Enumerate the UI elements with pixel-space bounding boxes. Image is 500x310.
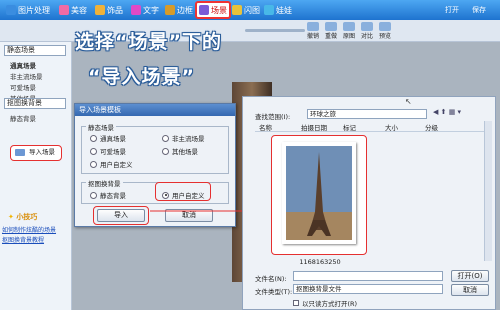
original-button[interactable]: 原图: [343, 22, 355, 40]
tab-text[interactable]: 文字: [129, 2, 161, 18]
tab-accessory[interactable]: 饰品: [93, 2, 125, 18]
sidebar-item-static-bg[interactable]: 静态背景: [10, 113, 36, 123]
open-link[interactable]: 打开: [445, 5, 459, 15]
cutout-select[interactable]: 抠图换背景: [4, 98, 66, 109]
nav-icons[interactable]: ◀ ⬆ ▦ ▾: [433, 108, 461, 116]
preview-icon: [379, 22, 391, 31]
radio-other[interactable]: 其他场景: [162, 146, 198, 156]
lookin-select[interactable]: 环球之旅: [307, 109, 427, 119]
file-cancel-button[interactable]: 取消: [451, 284, 489, 296]
zoom-slider[interactable]: [245, 29, 305, 32]
tab-image-process[interactable]: 图片处理: [4, 2, 52, 18]
frame-icon: [165, 5, 175, 15]
tab-scene[interactable]: 场景: [195, 1, 231, 19]
scrollbar[interactable]: [484, 121, 492, 261]
static-scene-group: 静态场景 通真场景 非主流场景 可爱场景 其他场景 用户自定义: [81, 122, 229, 174]
redo-button[interactable]: 重做: [325, 22, 337, 40]
import-icon: [15, 149, 25, 156]
accessory-icon: [95, 5, 105, 15]
radio-realistic[interactable]: 通真场景: [90, 133, 126, 143]
radio-cute[interactable]: 可爱场景: [90, 146, 126, 156]
tutorial-link-cutout[interactable]: 抠图换背景教程: [2, 235, 44, 244]
compare-icon: [361, 22, 373, 31]
tab-flash[interactable]: 闪图: [230, 2, 262, 18]
open-button[interactable]: 打开(O): [451, 270, 489, 282]
tab-frame[interactable]: 边框: [163, 2, 195, 18]
top-menu-bar: 图片处理 美容 饰品 文字 边框 场景 闪图 娃娃 打开 保存: [0, 0, 500, 20]
sidebar-item-cute[interactable]: 可爱场景: [10, 82, 36, 92]
column-header: 名称 拍摄日期 标记 大小 分级: [255, 122, 485, 132]
checkbox-icon: [293, 300, 299, 306]
radio-static-bg[interactable]: 静态背景: [90, 190, 126, 200]
radio-nonmainstream[interactable]: 非主流场景: [162, 133, 205, 143]
cursor-icon: ↖: [405, 97, 412, 106]
flash-icon: [232, 5, 242, 15]
radio-user-defined-static[interactable]: 用户自定义: [90, 159, 133, 169]
compare-button[interactable]: 对比: [361, 22, 373, 40]
caption-line2: “导入场景”: [88, 66, 195, 88]
scene-sidebar: 静态场景 通真场景 非主流场景 可爱场景 其他场景 抠图换背景 静态背景 导入场…: [0, 42, 72, 310]
file-thumbnail: [282, 142, 356, 244]
redo-icon: [325, 22, 337, 31]
text-icon: [131, 5, 141, 15]
import-scene-button[interactable]: 导入场景: [10, 145, 62, 161]
beauty-icon: [59, 5, 69, 15]
scene-icon: [199, 5, 209, 15]
tab-beauty[interactable]: 美容: [57, 2, 89, 18]
filename-input[interactable]: [293, 271, 443, 281]
sidebar-item-realistic[interactable]: 通真场景: [10, 60, 36, 70]
highlight-user-defined: [155, 182, 211, 201]
tutorial-link-scene[interactable]: 如何制作炫酷的场景: [2, 225, 56, 234]
preview-button[interactable]: 预览: [379, 22, 391, 40]
file-name: 1168163250: [299, 258, 341, 266]
sidebar-item-nonmainstream[interactable]: 非主流场景: [10, 71, 43, 81]
static-scene-select[interactable]: 静态场景: [4, 45, 66, 56]
save-link[interactable]: 保存: [472, 5, 486, 15]
highlight-import-button: [93, 206, 149, 225]
image-icon: [6, 5, 16, 15]
tab-doll[interactable]: 娃娃: [262, 2, 294, 18]
undo-button[interactable]: 撤销: [307, 22, 319, 40]
tips-title: ✦ 小技巧: [8, 213, 38, 221]
caption-line1: 选择“场景”下的: [75, 31, 222, 53]
file-open-dialog: 查找范围(I): 环球之旅 ↖ ◀ ⬆ ▦ ▾ 名称 拍摄日期 标记 大小 分级…: [242, 96, 496, 310]
original-icon: [343, 22, 355, 31]
lightbulb-icon: ✦: [8, 213, 14, 221]
file-item[interactable]: 1168163250: [271, 135, 367, 266]
undo-icon: [307, 22, 319, 31]
filetype-select[interactable]: 抠图换背景文件: [293, 284, 443, 294]
dialog-title: 导入场景模板: [75, 104, 235, 116]
readonly-checkbox[interactable]: 以只读方式打开(R): [293, 298, 357, 308]
eiffel-tower-image: [286, 146, 352, 240]
doll-icon: [264, 5, 274, 15]
